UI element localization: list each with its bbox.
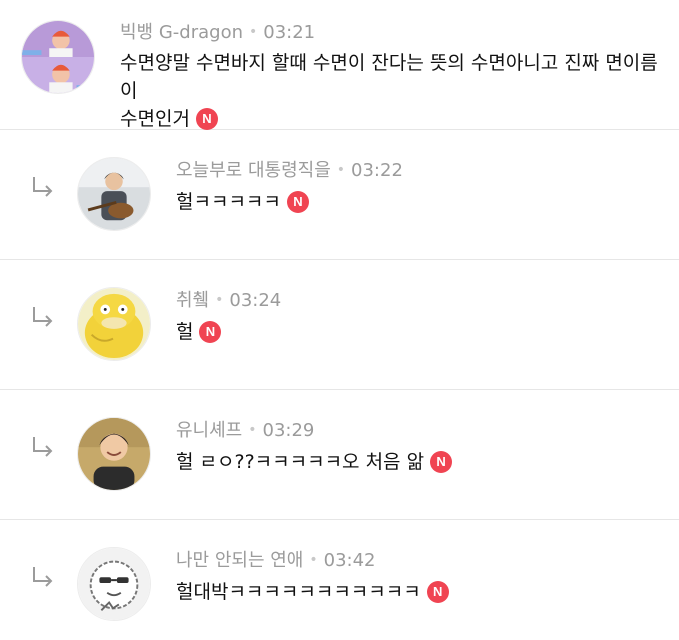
reply-arrow-icon [33, 437, 53, 457]
timestamp: 03:29 [262, 420, 315, 441]
comment-meta: 오늘부로 대통령직을 • 03:22 [176, 158, 403, 183]
new-badge: N [426, 581, 449, 603]
timestamp: 03:22 [351, 160, 403, 181]
psyduck-avatar [78, 288, 150, 360]
comment-text: 수면양말 수면바지 할때 수면이 잔다는 뜻의 수면아니고 진짜 면이름이 수면… [120, 49, 670, 133]
separator-dot: • [249, 24, 258, 40]
author-name[interactable]: 빅뱅 G-dragon [120, 22, 243, 43]
avatar[interactable] [77, 287, 151, 361]
new-badge: N [199, 321, 222, 343]
comment-text-line: 헐ㅋㅋㅋㅋㅋ [176, 191, 281, 213]
comment-text-line: 헐 ㄹㅇ??ㅋㅋㅋㅋㅋ오 처음 앎 [176, 451, 425, 473]
avatar[interactable] [77, 417, 151, 491]
separator-dot: • [215, 292, 224, 308]
comment-meta: 유니셰프 • 03:29 [176, 418, 314, 443]
reply-arrow-icon [33, 177, 53, 197]
comment-text-line: 수면양말 수면바지 할때 수면이 잔다는 뜻의 수면아니고 진짜 면이름이 [120, 52, 658, 102]
author-name[interactable]: 유니셰프 [176, 420, 242, 441]
author-name[interactable]: 오늘부로 대통령직을 [176, 160, 331, 181]
new-badge: N [430, 451, 453, 473]
timestamp: 03:21 [263, 22, 316, 43]
new-badge: N [195, 108, 218, 130]
comment-text: 헐대박ㅋㅋㅋㅋㅋㅋㅋㅋㅋㅋㅋ N [176, 578, 449, 606]
comment-item: 나만 안되는 연애 • 03:42 헐대박ㅋㅋㅋㅋㅋㅋㅋㅋㅋㅋㅋ N [0, 520, 679, 640]
reply-arrow-icon [33, 567, 53, 587]
comment-meta: 나만 안되는 연애 • 03:42 [176, 548, 376, 573]
timestamp: 03:24 [229, 290, 282, 311]
separator-dot: • [309, 552, 318, 568]
avatar[interactable] [77, 547, 151, 621]
guitar-person-photo [78, 158, 150, 230]
comment-text-line: 수면인거 [120, 108, 190, 130]
comment-text: 헐 ㄹㅇ??ㅋㅋㅋㅋㅋ오 처음 앎N [176, 448, 453, 476]
comment-text: 헐N [176, 318, 222, 346]
author-name[interactable]: 나만 안되는 연애 [176, 550, 303, 571]
comment-list: 빅뱅 G-dragon • 03:21 수면양말 수면바지 할때 수면이 잔다는 뜻… [0, 0, 679, 640]
timestamp: 03:42 [323, 550, 376, 571]
comment-meta: 빅뱅 G-dragon • 03:21 [120, 20, 315, 45]
gdragon-photo [22, 21, 94, 93]
comment-meta: 취췤 • 03:24 [176, 288, 281, 313]
avatar[interactable] [77, 157, 151, 231]
separator-dot: • [336, 162, 346, 178]
author-name[interactable]: 취췤 [176, 290, 209, 311]
avatar[interactable] [21, 20, 95, 94]
new-badge: N [286, 191, 309, 213]
cartoon-character-avatar [78, 548, 150, 620]
comment-item: 유니셰프 • 03:29 헐 ㄹㅇ??ㅋㅋㅋㅋㅋ오 처음 앎N [0, 390, 679, 520]
comment-item: 취췤 • 03:24 헐N [0, 260, 679, 390]
comment-text-line: 헐 [176, 321, 194, 343]
separator-dot: • [248, 422, 257, 438]
comment-text-line: 헐대박ㅋㅋㅋㅋㅋㅋㅋㅋㅋㅋㅋ [176, 581, 421, 603]
smiling-person-photo [78, 418, 150, 490]
reply-arrow-icon [33, 307, 53, 327]
comment-text: 헐ㅋㅋㅋㅋㅋ N [176, 188, 309, 216]
comment-item: 오늘부로 대통령직을 • 03:22 헐ㅋㅋㅋㅋㅋ N [0, 130, 679, 260]
comment-item: 빅뱅 G-dragon • 03:21 수면양말 수면바지 할때 수면이 잔다는 뜻… [0, 0, 679, 130]
